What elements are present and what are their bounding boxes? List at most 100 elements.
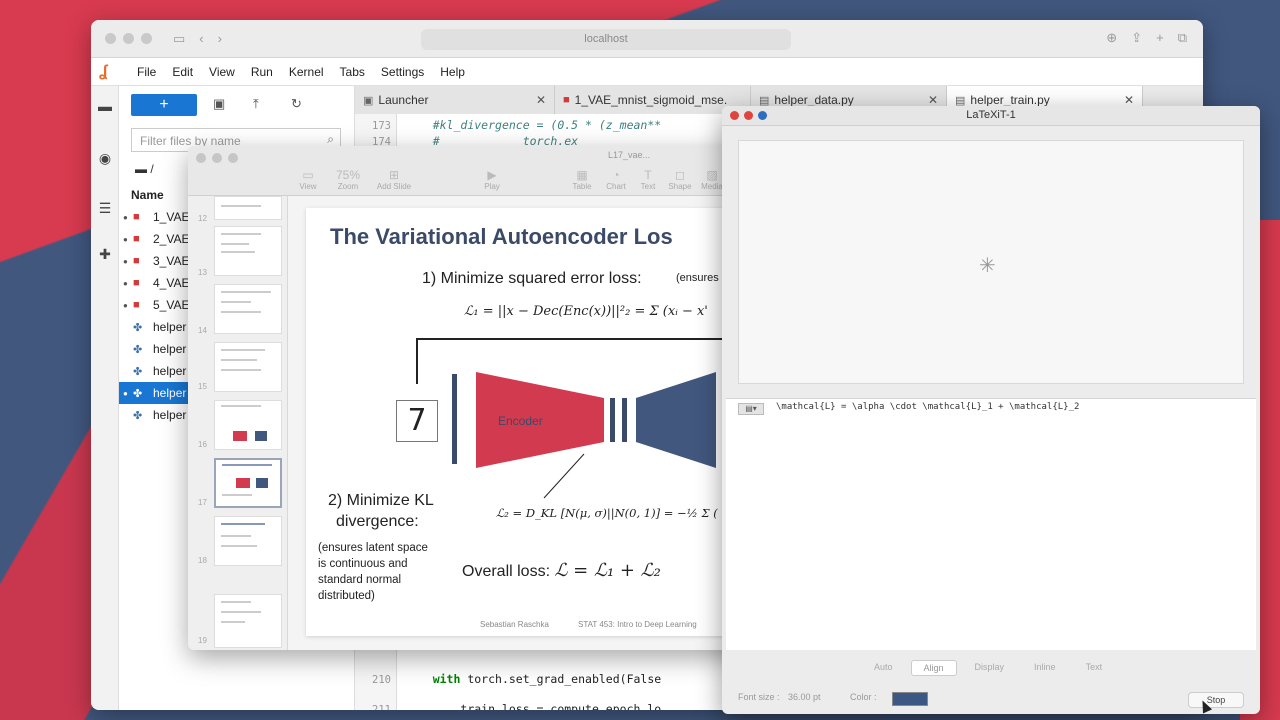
browser-actions: ⊕ ⇪ + ⧉ [1106, 30, 1187, 46]
slide-canvas[interactable]: The Variational Autoencoder Los 1) Minim… [306, 208, 748, 636]
ensures-latent-note: (ensures latent space is continuous and … [318, 542, 428, 602]
zoom-button[interactable]: 75% Zoom [328, 168, 368, 191]
menu-run[interactable]: Run [251, 65, 273, 79]
url-bar[interactable]: localhost [421, 29, 791, 50]
slide-thumbnail[interactable] [214, 594, 282, 648]
slide-navigator: 12 13 14 15 16 17 18 19 [188, 196, 288, 650]
font-size-label: Font size : [738, 692, 780, 702]
forward-icon[interactable]: › [218, 31, 222, 46]
slide-thumbnail[interactable] [214, 196, 282, 220]
equation-preview[interactable]: ✳ [738, 140, 1244, 384]
slide-thumbnail[interactable] [214, 342, 282, 392]
file-name: helper [153, 364, 187, 378]
sidebar-toggle-icon[interactable]: ▭ [173, 31, 185, 47]
share-icon[interactable]: ⇪ [1131, 30, 1142, 46]
scrollbar[interactable] [1248, 140, 1256, 390]
file-name: helper [153, 342, 187, 356]
close-traffic-light[interactable] [105, 33, 116, 44]
overall-loss-equation[interactable]: ℒ = ℒ₁ + ℒ₂ [554, 560, 660, 581]
zoom-traffic-light[interactable] [141, 33, 152, 44]
mode-inline[interactable]: Inline [1022, 660, 1068, 676]
commands-icon[interactable]: ☰ [97, 200, 113, 216]
font-size-field[interactable]: 36.00 pt [788, 692, 821, 702]
launcher-icon: ▣ [363, 94, 374, 107]
close-traffic-light[interactable] [196, 153, 206, 163]
code-line: 210 with torch.set_grad_enabled(False [372, 672, 662, 686]
slide-thumbnail[interactable] [214, 284, 282, 334]
refresh-icon[interactable]: ↻ [291, 96, 302, 112]
jupyter-logo-icon: ʆ [99, 62, 108, 80]
add-slide-icon: ⊞ [388, 168, 400, 182]
slide-number: 16 [198, 440, 207, 449]
slide-thumbnail[interactable] [214, 226, 282, 276]
mode-display[interactable]: Display [963, 660, 1017, 676]
running-dot-icon: ● [123, 300, 128, 310]
color-well[interactable] [892, 692, 928, 706]
new-tab-icon[interactable]: + [1156, 30, 1164, 46]
activity-bar: ▬ ◉ ☰ ✚ [91, 86, 119, 710]
folder-icon[interactable]: ▬ [97, 98, 113, 114]
new-launcher-button[interactable]: + [131, 94, 197, 116]
connector-line [416, 338, 418, 384]
latex-source-editor[interactable]: ▤▾ \mathcal{L} = \alpha \cdot \mathcal{L… [726, 398, 1256, 650]
tab-launcher[interactable]: ▣ Launcher ✕ [355, 86, 555, 114]
close-icon[interactable]: ✕ [928, 93, 938, 107]
close-icon[interactable]: ✕ [536, 93, 546, 107]
name-column-header[interactable]: Name [131, 188, 164, 202]
breadcrumb[interactable]: ▬ / [135, 162, 154, 176]
mode-selector: Auto Align Display Inline Text [862, 660, 1114, 676]
zoom-traffic-light[interactable] [228, 153, 238, 163]
slide-thumbnail-selected[interactable] [214, 458, 282, 508]
code-line: 173 #kl_divergence = (0.5 * (z_mean** [372, 118, 662, 132]
python-file-icon: ✤ [133, 365, 143, 378]
file-name: helper [153, 386, 187, 400]
running-dot-icon: ● [123, 234, 128, 244]
stop-button[interactable]: Stop [1188, 692, 1244, 708]
new-folder-icon[interactable]: ▣ [213, 96, 225, 112]
notebook-icon: ■ [133, 211, 140, 223]
view-button[interactable]: ▭ View [288, 168, 328, 191]
close-icon[interactable]: ✕ [1124, 93, 1134, 107]
extensions-icon[interactable]: ✚ [97, 246, 113, 262]
pointer-line [543, 453, 585, 499]
zoom-value: 75% [335, 168, 361, 182]
menu-kernel[interactable]: Kernel [289, 65, 324, 79]
back-icon[interactable]: ‹ [199, 31, 203, 46]
minimize-traffic-light[interactable] [212, 153, 222, 163]
upload-icon[interactable]: ⤒ [253, 96, 259, 112]
menu-help[interactable]: Help [440, 65, 465, 79]
reconstruction-loss-equation: ℒ₁ = ||x − Dec(Enc(x))||²₂ = Σ (xᵢ − x' [464, 304, 708, 319]
notebook-icon: ■ [133, 299, 140, 311]
menu-tabs[interactable]: Tabs [340, 65, 365, 79]
folder-icon: ▬ [135, 162, 151, 176]
tabs-overview-icon[interactable]: ⧉ [1178, 30, 1187, 46]
python-file-icon: ✤ [133, 343, 143, 356]
play-button[interactable]: ▶ Play [472, 168, 512, 191]
minimize-traffic-light[interactable] [123, 33, 134, 44]
menu-settings[interactable]: Settings [381, 65, 424, 79]
menu-view[interactable]: View [209, 65, 235, 79]
mode-text[interactable]: Text [1074, 660, 1115, 676]
window-title: LaTeXiT-1 [966, 109, 1016, 121]
overall-loss: Overall loss: ℒ = ℒ₁ + ℒ₂ [462, 560, 661, 581]
slide-thumbnail[interactable] [214, 516, 282, 566]
add-slide-button[interactable]: ⊞ Add Slide [374, 168, 414, 191]
slide-thumbnail[interactable] [214, 400, 282, 450]
mode-auto[interactable]: Auto [862, 660, 905, 676]
download-icon[interactable]: ⊕ [1106, 30, 1117, 46]
footer-course: STAT 453: Intro to Deep Learning [578, 620, 697, 629]
menu-file[interactable]: File [137, 65, 156, 79]
color-label: Color : [850, 692, 877, 702]
tab-label: helper_train.py [970, 93, 1050, 107]
decoder-shape [636, 372, 716, 468]
mode-align[interactable]: Align [910, 660, 957, 676]
python-file-icon: ✤ [133, 321, 143, 334]
running-icon[interactable]: ◉ [97, 150, 113, 166]
file-name: 4_VAE [153, 276, 190, 290]
menu-edit[interactable]: Edit [172, 65, 193, 79]
python-file-icon: ▤ [759, 94, 770, 107]
running-dot-icon: ● [123, 278, 128, 288]
slide-number: 13 [198, 268, 207, 277]
preamble-selector[interactable]: ▤▾ [738, 403, 764, 415]
search-icon: ⌕ [327, 132, 334, 146]
